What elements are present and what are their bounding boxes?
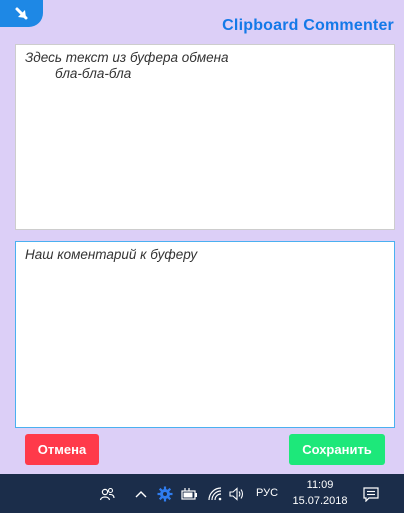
app-window: Clipboard Commenter Здесь текст из буфер… — [0, 0, 404, 474]
wifi-icon[interactable] — [207, 484, 223, 504]
people-icon[interactable] — [98, 484, 116, 504]
save-button[interactable]: Сохранить — [289, 434, 385, 465]
taskbar: РУС 11:09 15.07.2018 — [0, 474, 404, 513]
clock-time: 11:09 — [306, 479, 334, 491]
arrow-corner-icon — [15, 7, 27, 19]
volume-icon[interactable] — [228, 484, 246, 504]
battery-icon[interactable] — [180, 484, 198, 504]
app-title: Clipboard Commenter — [222, 17, 394, 34]
clock-date: 15.07.2018 — [292, 495, 348, 507]
notification-icon[interactable] — [362, 484, 380, 504]
cancel-button[interactable]: Отмена — [25, 434, 99, 465]
clock[interactable]: 11:09 15.07.2018 — [291, 477, 349, 509]
language-indicator[interactable]: РУС — [256, 487, 278, 499]
chevron-up-icon[interactable] — [134, 484, 148, 504]
gear-icon[interactable] — [156, 484, 174, 504]
clipboard-text-area[interactable]: Здесь текст из буфера обмена бла-бла-бла — [15, 44, 395, 230]
resize-corner-button[interactable] — [0, 0, 43, 27]
comment-input[interactable]: Наш коментарий к буферу — [15, 241, 395, 428]
